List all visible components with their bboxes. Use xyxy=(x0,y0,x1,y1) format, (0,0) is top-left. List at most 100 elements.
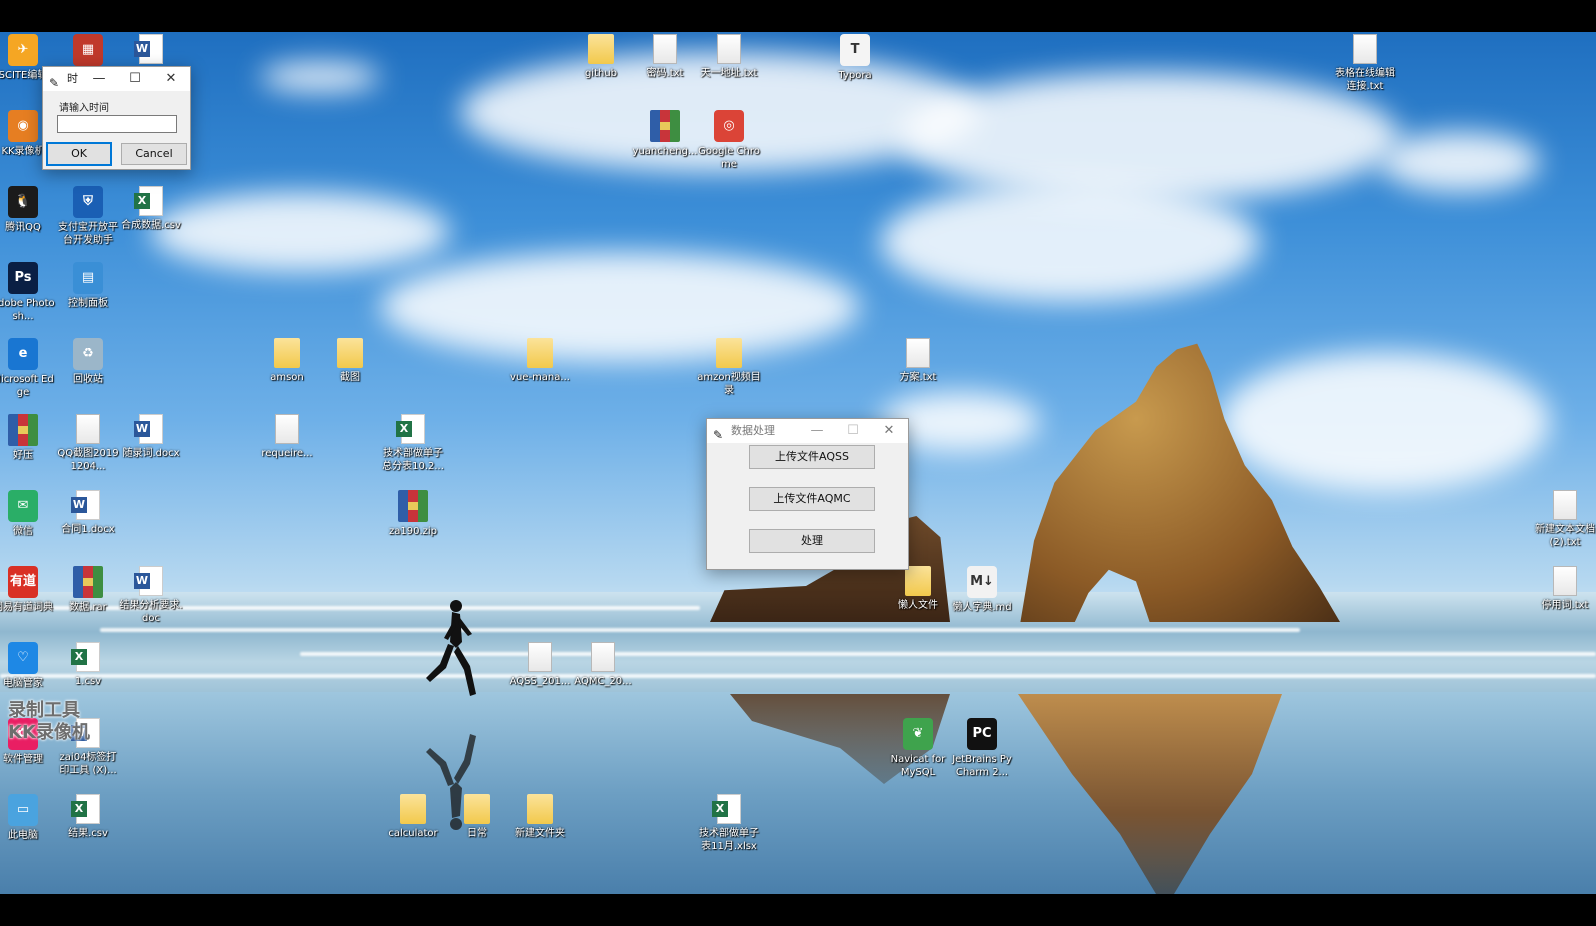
desktop-icon[interactable]: ♻ 回收站 xyxy=(55,338,121,386)
desktop-icon[interactable]: 表格在线编辑连接.txt xyxy=(1332,34,1398,93)
desktop-icon[interactable]: yuancheng... xyxy=(632,110,698,158)
desktop-icon[interactable]: e Microsoft Edge xyxy=(0,338,56,399)
chrome-icon: ◎ xyxy=(714,110,744,142)
desktop-icon[interactable]: 新建文件夹 xyxy=(507,794,573,840)
desktop-icon[interactable]: 密码.txt xyxy=(632,34,698,80)
desktop-icon[interactable]: 日常 xyxy=(444,794,510,840)
desktop-icon[interactable]: ❦ Navicat for MySQL xyxy=(885,718,951,779)
data-processing-dialog: ✎ 数据处理 — ☐ ✕ 上传文件AQSS 上传文件AQMC 处理 xyxy=(706,418,909,570)
text-file-icon xyxy=(1353,34,1377,64)
cloud xyxy=(1380,132,1540,192)
desktop-icon-label: 日常 xyxy=(467,828,487,839)
desktop-icon[interactable]: PC JetBrains PyCharm 2... xyxy=(949,718,1015,779)
desktop-icon-label: 懒人文件 xyxy=(898,600,938,611)
desktop-icon-label: 天一地址.txt xyxy=(700,68,758,79)
desktop-icon[interactable]: 随录词.docx xyxy=(118,414,184,460)
desktop-icon-label: 好压 xyxy=(13,450,33,461)
desktop-icon[interactable]: AQMC_20... xyxy=(570,642,636,688)
desktop-icon[interactable]: 数据.rar xyxy=(55,566,121,614)
desktop-icon[interactable]: T Typora xyxy=(822,34,888,82)
desktop-icon[interactable]: 🐧 腾讯QQ xyxy=(0,186,56,234)
desktop-icon[interactable]: vue-mana... xyxy=(507,338,573,384)
desktop-icon-label: QQ截图20191204... xyxy=(57,448,119,472)
desktop-icon[interactable]: requeire... xyxy=(254,414,320,460)
maximize-button[interactable]: ☐ xyxy=(835,419,871,443)
word-document-icon xyxy=(134,34,163,64)
minimize-button[interactable]: — xyxy=(799,419,835,443)
desktop-icon[interactable]: AQSS_201... xyxy=(507,642,573,688)
csv-file-icon xyxy=(134,186,163,216)
alipay-devtool-icon: ⛨ xyxy=(73,186,103,218)
desktop-icon-label: 方案.txt xyxy=(899,372,937,383)
time-input[interactable] xyxy=(57,115,177,133)
minimize-button[interactable]: — xyxy=(81,67,117,91)
rar-archive-icon xyxy=(73,566,103,598)
pycharm-icon: PC xyxy=(967,718,997,750)
process-button[interactable]: 处理 xyxy=(749,529,875,553)
desktop-icon[interactable]: ▭ 此电脑 xyxy=(0,794,56,842)
desktop-icon[interactable]: 截图 xyxy=(317,338,383,384)
text-file-icon xyxy=(717,34,741,64)
desktop-icon[interactable]: Ps Adobe Photosh... xyxy=(0,262,56,323)
wechat-icon: ✉ xyxy=(8,490,38,522)
haozip-icon xyxy=(8,414,38,446)
desktop-icon-label: 懒人字典.md xyxy=(952,602,1012,613)
desktop-icon[interactable]: ⛨ 支付宝开放平台开发助手 xyxy=(55,186,121,247)
upload-aqmc-button[interactable]: 上传文件AQMC xyxy=(749,487,875,511)
desktop-icon[interactable]: za190.zip xyxy=(380,490,446,538)
letterbox-bottom xyxy=(0,894,1596,926)
desktop-icon[interactable]: 1.csv xyxy=(55,642,121,688)
xlsx-file-icon xyxy=(396,414,425,444)
csv-file-icon xyxy=(71,642,100,672)
wave-foam xyxy=(300,652,1596,656)
desktop-icon[interactable]: 停用词.txt xyxy=(1532,566,1596,612)
cloud xyxy=(380,252,860,362)
desktop-icon[interactable]: 懒人文件 xyxy=(885,566,951,612)
desktop-icon[interactable]: amson xyxy=(254,338,320,384)
upload-aqss-button[interactable]: 上传文件AQSS xyxy=(749,445,875,469)
desktop-icon[interactable]: 天一地址.txt xyxy=(696,34,762,80)
close-button[interactable]: ✕ xyxy=(153,67,189,91)
edge-icon: e xyxy=(8,338,38,370)
desktop-icon[interactable]: 技术部做单子总分表10.2... xyxy=(380,414,446,473)
desktop-icon[interactable] xyxy=(118,34,184,64)
scite-icon: ✈ xyxy=(8,34,38,66)
desktop-icon[interactable]: ✉ 微信 xyxy=(0,490,56,538)
maximize-button[interactable]: ☐ xyxy=(117,67,153,91)
desktop-icon[interactable]: amzon视频目录 xyxy=(696,338,762,397)
text-file-icon xyxy=(653,34,677,64)
desktop-icon[interactable]: ♡ 电脑管家 xyxy=(0,642,56,690)
desktop-icon[interactable]: 有道网易有道词典 xyxy=(0,566,56,614)
desktop-icon[interactable]: github xyxy=(568,34,634,80)
cancel-button[interactable]: Cancel xyxy=(121,143,187,165)
desktop-icon[interactable]: ▦ xyxy=(55,34,121,66)
recycle-bin-icon: ♻ xyxy=(73,338,103,370)
desktop-icon-label: Adobe Photosh... xyxy=(0,298,55,322)
pc-manager-icon: ♡ xyxy=(8,642,38,674)
redbox-app-icon: ▦ xyxy=(73,34,103,66)
folder-icon xyxy=(588,34,614,64)
screen: ✈SCITE编辑▦◉KK录像机🐧腾讯QQ⛨支付宝开放平台开发助手合成数据.csv… xyxy=(0,0,1596,926)
kk-recorder-icon: ◉ xyxy=(8,110,38,142)
desktop-icon[interactable]: ▤ 控制面板 xyxy=(55,262,121,310)
desktop-icon[interactable]: M↓ 懒人字典.md xyxy=(949,566,1015,614)
desktop-icon[interactable]: 方案.txt xyxy=(885,338,951,384)
dialog-titlebar: ✎ 数据处理 — ☐ ✕ xyxy=(707,419,908,443)
control-panel-icon: ▤ xyxy=(73,262,103,294)
desktop-icon[interactable]: 结果分析要求.doc xyxy=(118,566,184,625)
desktop-icon[interactable]: 合成数据.csv xyxy=(118,186,184,232)
desktop-icon[interactable]: 好压 xyxy=(0,414,56,462)
desktop-icon[interactable]: 合同1.docx xyxy=(55,490,121,536)
ok-button[interactable]: OK xyxy=(46,142,112,166)
desktop-icon[interactable]: calculator xyxy=(380,794,446,840)
time-input-dialog: ✎ 时 — ☐ ✕ 请输入时间 OK Cancel xyxy=(42,66,191,170)
desktop-icon[interactable]: 新建文本文档 (2).txt xyxy=(1532,490,1596,549)
desktop-icon-label: 腾讯QQ xyxy=(5,222,41,233)
desktop-icon-label: Microsoft Edge xyxy=(0,374,54,398)
desktop-icon[interactable]: QQ截图20191204... xyxy=(55,414,121,473)
desktop-icon[interactable]: 技术部做单子表11月.xlsx xyxy=(696,794,762,853)
desktop-icon[interactable]: ◎ Google Chrome xyxy=(696,110,762,171)
close-button[interactable]: ✕ xyxy=(871,419,907,443)
desktop-icon[interactable]: 结果.csv xyxy=(55,794,121,840)
folder-icon xyxy=(905,566,931,596)
